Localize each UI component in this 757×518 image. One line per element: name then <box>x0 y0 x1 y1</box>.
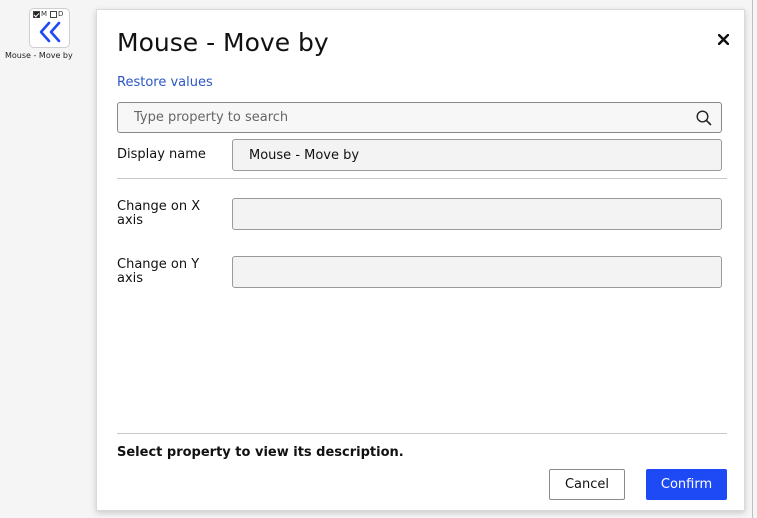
canvas-edge-line <box>752 0 753 518</box>
close-icon <box>717 33 729 45</box>
flag-m-checkbox[interactable] <box>33 10 40 18</box>
change-y-input[interactable] <box>233 257 721 287</box>
change-x-input[interactable] <box>233 199 721 229</box>
flag-d-checkbox[interactable] <box>50 10 58 18</box>
cancel-button[interactable]: Cancel <box>549 469 625 500</box>
search-icon[interactable] <box>696 110 712 126</box>
property-description: Select property to view its description. <box>117 445 404 460</box>
display-name-field <box>232 139 722 171</box>
confirm-button[interactable]: Confirm <box>646 469 727 500</box>
section-divider <box>117 178 727 179</box>
change-y-field <box>232 256 722 288</box>
change-y-label: Change on Y axis <box>117 257 200 286</box>
display-name-label: Display name <box>117 147 206 162</box>
close-button[interactable] <box>714 30 732 48</box>
restore-values-link[interactable]: Restore values <box>117 75 213 90</box>
double-chevron-left-icon <box>39 21 61 43</box>
flag-m-label: M <box>41 10 48 18</box>
description-divider <box>117 433 727 434</box>
canvas-node-mouse-move-by[interactable]: M D <box>29 8 70 48</box>
display-name-input[interactable] <box>233 140 721 170</box>
change-x-field <box>232 198 722 230</box>
dialog-title: Mouse - Move by <box>117 28 329 57</box>
property-search-input[interactable] <box>119 104 689 131</box>
property-search-box <box>117 102 722 133</box>
properties-dialog: Mouse - Move by Restore values Display n… <box>96 9 745 511</box>
flag-d-label: D <box>58 10 64 18</box>
change-x-label: Change on X axis <box>117 199 201 228</box>
node-flags: M D <box>33 10 63 18</box>
node-label: Mouse - Move by <box>5 51 73 60</box>
